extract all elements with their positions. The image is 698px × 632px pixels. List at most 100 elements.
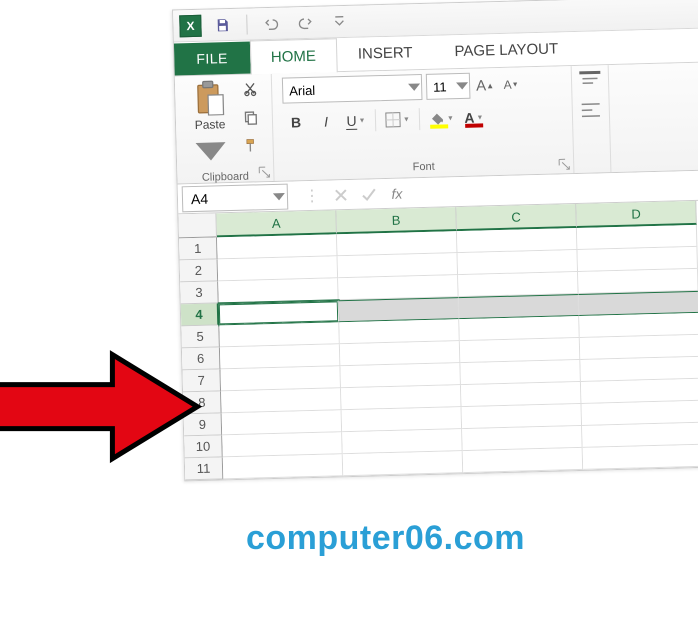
- row-header-4[interactable]: 4: [181, 303, 220, 326]
- cell-B7[interactable]: [340, 363, 461, 388]
- cell-D5[interactable]: [579, 313, 698, 338]
- cell-C8[interactable]: [461, 382, 582, 407]
- cell-C7[interactable]: [460, 360, 581, 385]
- row-header-2[interactable]: 2: [180, 259, 219, 282]
- fx-label: fx: [391, 185, 402, 201]
- font-size-combo[interactable]: [426, 73, 471, 100]
- row-header-7[interactable]: 7: [182, 369, 221, 392]
- undo-button[interactable]: [258, 10, 285, 37]
- cell-A9[interactable]: [222, 410, 343, 435]
- cell-A1[interactable]: [217, 234, 338, 259]
- align-top-button[interactable]: [578, 69, 603, 94]
- font-dialog-launcher[interactable]: [557, 157, 571, 171]
- save-button[interactable]: [209, 11, 236, 38]
- align-left-icon: [579, 99, 604, 124]
- cell-D4[interactable]: [579, 291, 698, 316]
- cell-A6[interactable]: [220, 344, 341, 369]
- dialog-launcher-icon: [257, 165, 271, 179]
- cell-B1[interactable]: [337, 231, 458, 256]
- cell-A2[interactable]: [218, 256, 339, 281]
- decrease-font-button[interactable]: A▼: [500, 72, 523, 97]
- red-arrow-annotation: [0, 347, 202, 467]
- cell-B11[interactable]: [343, 451, 464, 476]
- row-header-3[interactable]: 3: [180, 281, 219, 304]
- cell-D11[interactable]: [583, 445, 698, 470]
- excel-app-icon: X: [179, 14, 202, 37]
- copy-button[interactable]: [240, 106, 263, 129]
- cell-C10[interactable]: [462, 426, 583, 451]
- cell-C11[interactable]: [463, 448, 584, 473]
- watermark-text: computer06.com: [246, 519, 525, 558]
- italic-button[interactable]: I: [313, 108, 340, 135]
- cell-A4[interactable]: [219, 300, 340, 325]
- cut-button[interactable]: [239, 78, 262, 101]
- column-header-d[interactable]: D: [576, 201, 697, 228]
- insert-function-button[interactable]: fx: [384, 181, 411, 206]
- cell-B4[interactable]: [339, 297, 460, 322]
- borders-button[interactable]: ▼: [382, 106, 414, 133]
- cell-C6[interactable]: [460, 338, 581, 363]
- cell-C5[interactable]: [459, 316, 580, 341]
- tab-page-layout[interactable]: PAGE LAYOUT: [433, 31, 579, 69]
- cell-B9[interactable]: [342, 407, 463, 432]
- format-painter-button[interactable]: [240, 134, 263, 157]
- underline-button[interactable]: U▼: [343, 107, 370, 134]
- paste-button[interactable]: Paste: [185, 79, 235, 170]
- increase-font-button[interactable]: A▲: [474, 73, 497, 98]
- select-all-corner[interactable]: [178, 213, 217, 238]
- fill-color-button[interactable]: ▼: [426, 105, 458, 132]
- cell-B2[interactable]: [338, 253, 459, 278]
- row-header-11[interactable]: 11: [185, 457, 224, 480]
- bold-button[interactable]: B: [283, 109, 310, 136]
- row-header-10[interactable]: 10: [184, 435, 223, 458]
- separator: [375, 109, 377, 131]
- font-name-combo[interactable]: [282, 74, 423, 104]
- row-header-5[interactable]: 5: [181, 325, 220, 348]
- cell-B8[interactable]: [341, 385, 462, 410]
- column-header-c[interactable]: C: [456, 204, 577, 231]
- cell-D3[interactable]: [578, 269, 698, 294]
- cell-D8[interactable]: [581, 379, 698, 404]
- column-header-b[interactable]: B: [336, 207, 457, 234]
- cell-A8[interactable]: [221, 388, 342, 413]
- cell-D2[interactable]: [577, 247, 698, 272]
- cell-B5[interactable]: [339, 319, 460, 344]
- align-left-button[interactable]: [579, 99, 604, 124]
- enter-formula-button[interactable]: [356, 182, 383, 207]
- cell-A7[interactable]: [220, 366, 341, 391]
- cell-A11[interactable]: [223, 454, 344, 479]
- cell-B10[interactable]: [342, 429, 463, 454]
- row-header-1[interactable]: 1: [179, 237, 218, 260]
- cell-C1[interactable]: [457, 228, 578, 253]
- cell-C2[interactable]: [458, 250, 579, 275]
- cell-C9[interactable]: [462, 404, 583, 429]
- row-header-8[interactable]: 8: [183, 391, 222, 414]
- decrease-font-label: A: [503, 78, 511, 92]
- cell-C4[interactable]: [459, 294, 580, 319]
- cell-D6[interactable]: [580, 335, 698, 360]
- tab-insert[interactable]: INSERT: [336, 35, 434, 72]
- font-name-input[interactable]: [282, 74, 423, 104]
- cell-B3[interactable]: [338, 275, 459, 300]
- tab-file[interactable]: FILE: [174, 42, 250, 76]
- clipboard-dialog-launcher[interactable]: [257, 165, 271, 179]
- cell-A3[interactable]: [218, 278, 339, 303]
- font-color-button[interactable]: A ▼: [461, 104, 488, 131]
- customize-qat-button[interactable]: [326, 8, 353, 35]
- row-header-9[interactable]: 9: [184, 413, 223, 436]
- cell-B6[interactable]: [340, 341, 461, 366]
- row-header-6[interactable]: 6: [182, 347, 221, 370]
- cell-A5[interactable]: [219, 322, 340, 347]
- name-box[interactable]: A4: [182, 183, 289, 212]
- cell-A10[interactable]: [222, 432, 343, 457]
- font-size-input[interactable]: [426, 73, 471, 100]
- cell-C3[interactable]: [458, 272, 579, 297]
- cell-D9[interactable]: [581, 401, 698, 426]
- cancel-formula-button[interactable]: [328, 182, 355, 207]
- column-header-a[interactable]: A: [216, 210, 337, 237]
- tab-home[interactable]: HOME: [249, 38, 337, 74]
- redo-button[interactable]: [292, 9, 319, 36]
- cell-D7[interactable]: [580, 357, 698, 382]
- cell-D1[interactable]: [577, 225, 698, 250]
- cell-D10[interactable]: [582, 423, 698, 448]
